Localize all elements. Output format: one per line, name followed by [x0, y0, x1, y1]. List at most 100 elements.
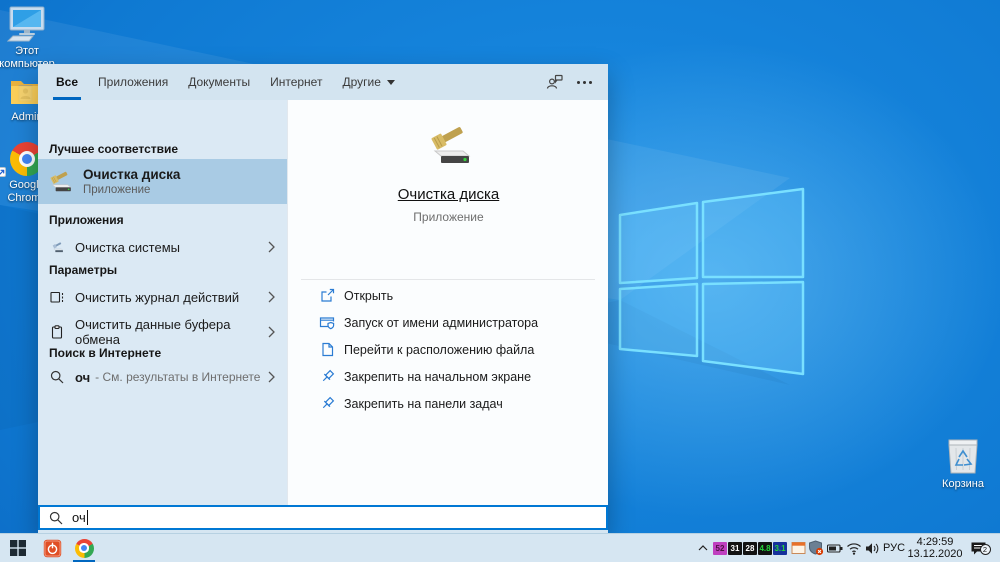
- desktop-icon-this-pc[interactable]: Этот компьютер: [0, 6, 57, 71]
- shortcut-arrow-icon: [0, 167, 6, 177]
- windows-start-icon: [10, 540, 26, 556]
- action-open-file-location[interactable]: Перейти к расположению файла: [288, 337, 609, 362]
- action-run-as-admin[interactable]: Запуск от имени администратора: [288, 310, 609, 335]
- system-cleanup-app-icon: [50, 241, 64, 254]
- windows-desktop: Этот компьютер Admin Google Chrome Корзи…: [0, 0, 1000, 562]
- window-app-tray-icon: [791, 542, 805, 554]
- tab-web[interactable]: Интернет: [260, 64, 332, 100]
- recycle-bin-icon: [933, 435, 993, 475]
- tray-show-hidden-button[interactable]: [694, 534, 712, 562]
- speaker-icon: [865, 542, 878, 554]
- tray-app-window[interactable]: [789, 534, 807, 562]
- clock-time: 4:29:59: [916, 536, 954, 548]
- result-detail-pane: Очистка диска Приложение Открыть Запуск …: [287, 100, 608, 505]
- search-input-value: оч: [72, 510, 86, 525]
- search-results-list: Лучшее соответствие Очистка диска Прилож…: [38, 100, 287, 505]
- taskbar-app-power-utility[interactable]: [38, 534, 66, 562]
- monitor-value: 28: [743, 541, 757, 555]
- search-filter-tabbar: Все Приложения Документы Интернет Другие: [38, 64, 608, 100]
- search-input[interactable]: оч: [38, 505, 608, 530]
- tab-documents[interactable]: Документы: [178, 64, 260, 100]
- language-label: РУС: [882, 542, 906, 554]
- monitor-value: 3.1: [773, 541, 787, 555]
- tray-monitor-badge-2[interactable]: 31: [728, 534, 742, 562]
- power-app-icon: [43, 539, 61, 557]
- chevron-right-icon: [268, 291, 275, 303]
- result-best-match-disk-cleanup[interactable]: Очистка диска Приложение: [38, 159, 287, 204]
- monitor-value: 31: [728, 541, 742, 555]
- tray-monitor-badge-4[interactable]: 4.8: [758, 534, 772, 562]
- tab-all[interactable]: Все: [46, 64, 88, 100]
- admin-shield-icon: [319, 315, 335, 330]
- action-label: Открыть: [344, 288, 394, 303]
- chevron-right-icon: [268, 241, 275, 253]
- section-header-apps: Приложения: [49, 213, 124, 227]
- pin-icon: [319, 369, 335, 384]
- battery-icon: [827, 543, 843, 553]
- result-title: Очистка диска: [83, 167, 181, 182]
- tray-monitor-badge-5[interactable]: 3.1: [773, 534, 787, 562]
- tray-battery[interactable]: [826, 534, 844, 562]
- disk-cleanup-icon-large: [288, 122, 609, 170]
- section-header-settings: Параметры: [49, 263, 118, 277]
- tab-more[interactable]: Другие: [332, 64, 404, 100]
- tray-monitor-badge-3[interactable]: 28: [743, 534, 757, 562]
- start-button[interactable]: [4, 534, 32, 562]
- more-options-button[interactable]: [577, 80, 592, 84]
- tray-volume[interactable]: [863, 534, 881, 562]
- action-label: Закрепить на начальном экране: [344, 369, 532, 384]
- result-subtitle: Приложение: [83, 184, 151, 196]
- taskbar-app-chrome[interactable]: [70, 534, 98, 562]
- file-location-icon: [319, 342, 335, 357]
- section-header-web-search: Поиск в Интернете: [49, 346, 162, 360]
- feedback-button[interactable]: [546, 74, 563, 90]
- action-center-button[interactable]: 2: [966, 534, 991, 562]
- text-caret: [86, 510, 88, 525]
- desktop-icon-label: Корзина: [942, 478, 984, 490]
- tray-monitor-badge-1[interactable]: 52: [713, 534, 727, 562]
- tab-label: Интернет: [270, 75, 323, 89]
- action-pin-to-taskbar[interactable]: Закрепить на панели задач: [288, 391, 609, 416]
- tab-label: Все: [56, 75, 79, 89]
- chevron-right-icon: [268, 371, 275, 383]
- action-label: Закрепить на панели задач: [344, 396, 503, 411]
- web-search-hint: - См. результаты в Интернете: [95, 370, 261, 384]
- activity-history-icon: [50, 290, 64, 304]
- chevron-right-icon: [268, 326, 275, 338]
- security-shield-alert-icon: [809, 540, 824, 556]
- section-header-best-match: Лучшее соответствие: [49, 142, 179, 156]
- monitor-value: 4.8: [758, 541, 772, 555]
- action-open[interactable]: Открыть: [288, 283, 609, 308]
- tab-label: Приложения: [98, 75, 169, 89]
- monitor-value: 52: [713, 541, 727, 555]
- this-pc-icon: [0, 6, 57, 42]
- pin-icon: [319, 396, 335, 411]
- action-label: Запуск от имени администратора: [344, 315, 539, 330]
- detail-title-link[interactable]: Очистка диска: [288, 186, 609, 203]
- tray-language-indicator[interactable]: РУС: [881, 534, 907, 562]
- result-label: Очистка системы: [75, 239, 180, 255]
- wifi-icon: [847, 542, 861, 555]
- web-search-query: оч: [75, 369, 91, 385]
- start-search-panel: Все Приложения Документы Интернет Другие: [38, 64, 608, 533]
- result-web-search[interactable]: оч - См. результаты в Интернете: [38, 364, 287, 390]
- result-label: Очистить данные буфера обмена: [75, 317, 231, 347]
- tray-security-alert[interactable]: [807, 534, 825, 562]
- result-system-cleanup[interactable]: Очистка системы: [38, 234, 287, 260]
- result-clear-clipboard[interactable]: Очистить данные буфера обмена: [38, 317, 287, 347]
- dropdown-arrow-icon: [386, 79, 395, 85]
- desktop-icon-recycle-bin[interactable]: Корзина: [933, 435, 993, 491]
- chrome-icon: [74, 538, 94, 558]
- tray-clock[interactable]: 4:29:59 13.12.2020: [905, 534, 965, 562]
- result-clear-activity-history[interactable]: Очистить журнал действий: [38, 284, 287, 310]
- action-pin-to-start[interactable]: Закрепить на начальном экране: [288, 364, 609, 389]
- divider: [301, 279, 595, 280]
- tab-apps[interactable]: Приложения: [88, 64, 178, 100]
- detail-subtitle: Приложение: [413, 210, 484, 224]
- tray-network[interactable]: [845, 534, 863, 562]
- open-icon: [319, 288, 335, 303]
- tab-label: Другие: [342, 75, 381, 89]
- notification-count-badge: 2: [979, 543, 991, 555]
- clipboard-icon: [50, 325, 64, 339]
- disk-cleanup-icon: [47, 169, 73, 195]
